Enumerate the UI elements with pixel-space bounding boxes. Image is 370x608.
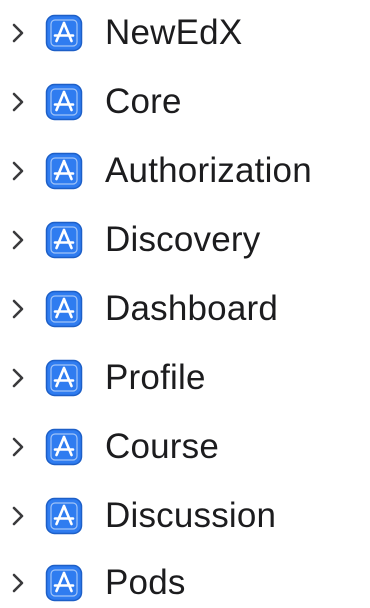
tree-row-profile[interactable]: Profile [0,353,370,403]
tree-row-label: Discussion [105,496,277,535]
chevron-right-icon[interactable] [8,228,28,252]
tree-row-label: Core [105,82,182,121]
tree-row-label: Course [105,427,220,466]
chevron-right-icon[interactable] [8,366,28,390]
tree-row-label: NewEdX [105,13,243,52]
tree-row-dashboard[interactable]: Dashboard [0,284,370,334]
tree-row-authorization[interactable]: Authorization [0,146,370,196]
app-store-target-icon [45,290,83,328]
app-store-target-icon [45,359,83,397]
tree-row-label: Authorization [105,151,312,190]
tree-row-label: Profile [105,358,206,397]
tree-row-pods[interactable]: Pods [0,558,370,608]
app-store-target-icon [45,564,83,602]
tree-row-course[interactable]: Course [0,422,370,472]
chevron-right-icon[interactable] [8,159,28,183]
app-store-target-icon [45,83,83,121]
tree-row-label: Discovery [105,220,261,259]
chevron-right-icon[interactable] [8,435,28,459]
chevron-right-icon[interactable] [8,90,28,114]
chevron-right-icon[interactable] [8,571,28,595]
tree-row-discussion[interactable]: Discussion [0,491,370,541]
app-store-target-icon [45,428,83,466]
tree-row-discovery[interactable]: Discovery [0,215,370,265]
tree-row-label: Pods [105,563,186,602]
app-store-target-icon [45,152,83,190]
chevron-right-icon[interactable] [8,504,28,528]
tree-row-label: Dashboard [105,289,279,328]
app-store-target-icon [45,14,83,52]
tree-row-newedx[interactable]: NewEdX [0,8,370,58]
chevron-right-icon[interactable] [8,297,28,321]
app-store-target-icon [45,221,83,259]
chevron-right-icon[interactable] [8,21,28,45]
project-navigator: NewEdX Core Authorization Discovery Dash… [0,0,370,608]
app-store-target-icon [45,497,83,535]
tree-row-core[interactable]: Core [0,77,370,127]
